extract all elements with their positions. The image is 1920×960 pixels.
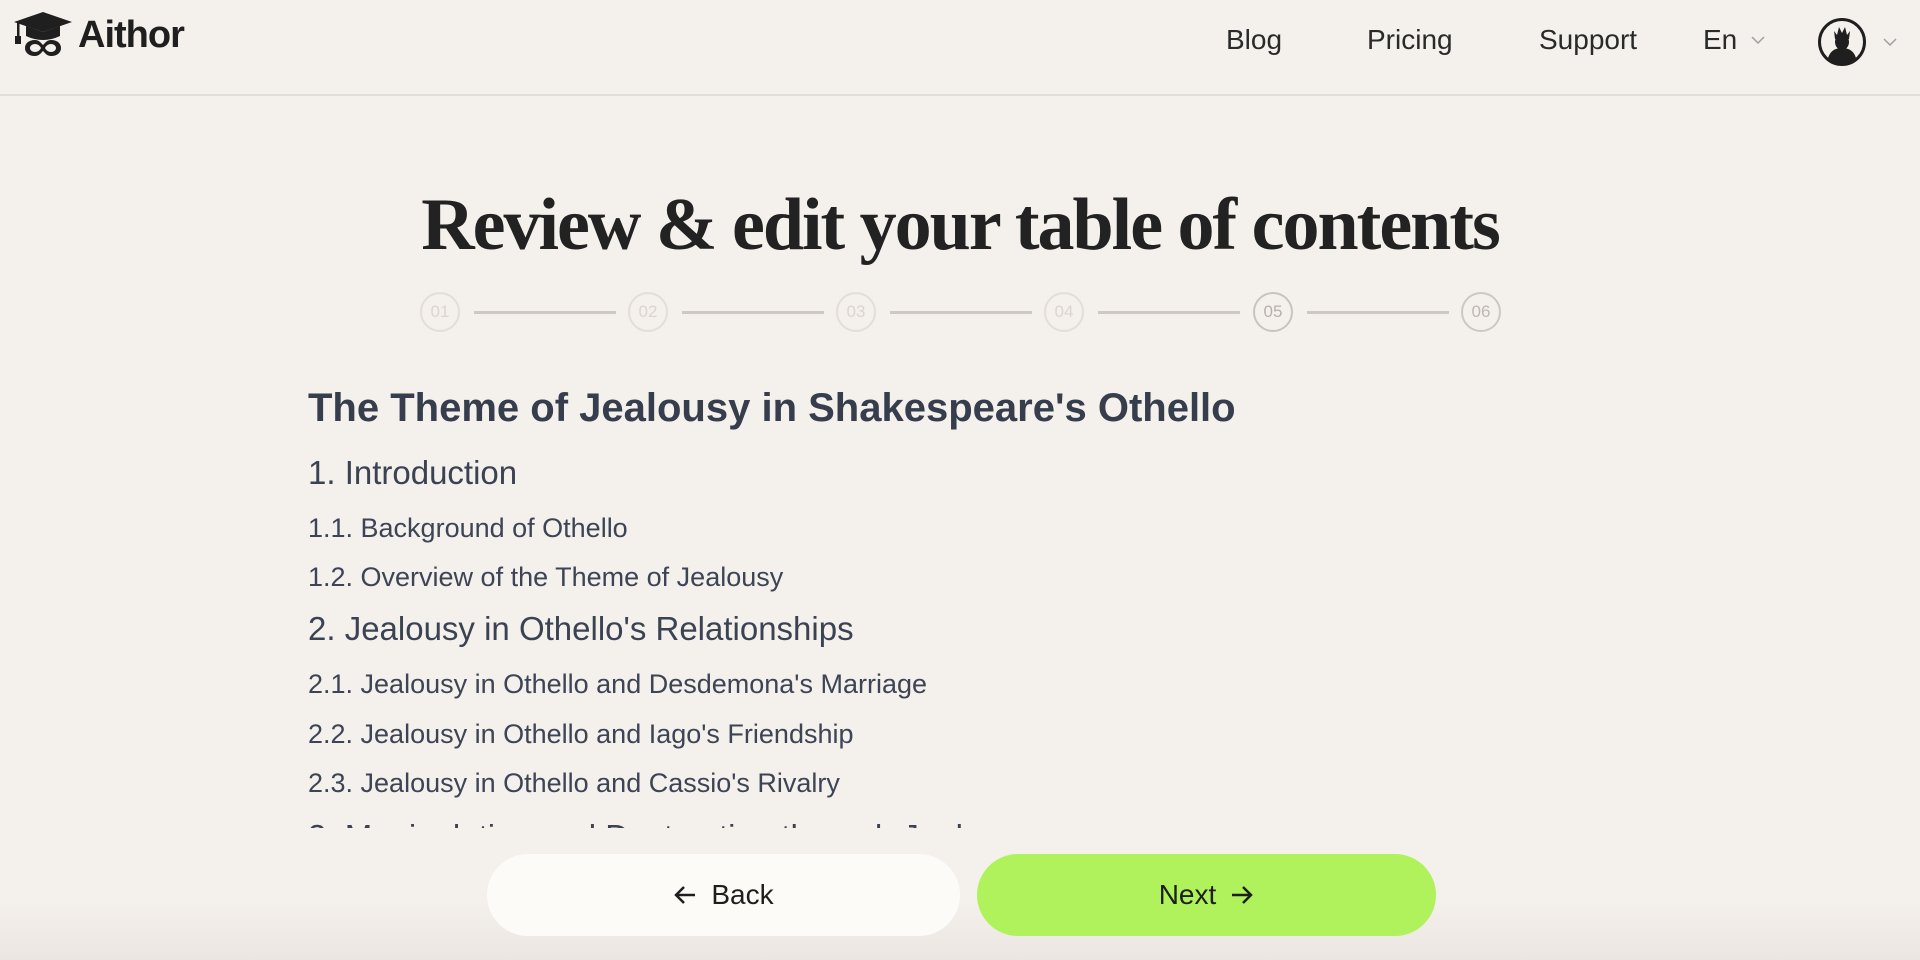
- step-connector: [1098, 311, 1240, 314]
- page-title: Review & edit your table of contents: [421, 184, 1501, 266]
- bottom-fade: [0, 900, 1920, 960]
- back-label: Back: [711, 879, 774, 910]
- step-connector: [682, 311, 824, 314]
- arrow-left-icon: [674, 886, 696, 904]
- user-menu[interactable]: [1817, 17, 1897, 67]
- chevron-down-icon: [1751, 31, 1765, 49]
- toc-title[interactable]: The Theme of Jealousy in Shakespeare's O…: [308, 386, 1236, 431]
- main-nav: Blog Pricing Support En: [0, 0, 1920, 86]
- step-6: 06: [1461, 292, 1501, 332]
- toc-item[interactable]: 2.3. Jealousy in Othello and Cassio's Ri…: [308, 768, 840, 799]
- toc-item[interactable]: 1. Introduction: [308, 454, 517, 492]
- toc-item[interactable]: 1.1. Background of Othello: [308, 513, 628, 544]
- language-label: En: [1703, 24, 1738, 55]
- chevron-down-icon: [1883, 33, 1897, 51]
- next-button[interactable]: Next: [977, 854, 1436, 936]
- toc-item[interactable]: 1.2. Overview of the Theme of Jealousy: [308, 562, 783, 593]
- arrow-right-icon: [1232, 886, 1254, 904]
- step-connector: [474, 311, 616, 314]
- nav-support[interactable]: Support: [1539, 24, 1637, 56]
- toc-item[interactable]: 2.2. Jealousy in Othello and Iago's Frie…: [308, 719, 853, 750]
- step-3: 03: [836, 292, 876, 332]
- step-5-current: 05: [1253, 292, 1293, 332]
- back-button[interactable]: Back: [487, 854, 960, 936]
- toc-item[interactable]: 3. Manipulation and Destruction through …: [308, 818, 1033, 828]
- step-2: 02: [628, 292, 668, 332]
- nav-pricing[interactable]: Pricing: [1367, 24, 1453, 56]
- step-connector: [890, 311, 1032, 314]
- crowned-user-avatar-icon: [1818, 18, 1866, 66]
- step-1: 01: [420, 292, 460, 332]
- progress-stepper: 01 02 03 04 05 06: [0, 292, 1920, 336]
- top-navbar: Aithor Blog Pricing Support En: [0, 0, 1920, 96]
- step-4: 04: [1044, 292, 1084, 332]
- language-selector[interactable]: En: [1703, 24, 1765, 56]
- table-of-contents: The Theme of Jealousy in Shakespeare's O…: [308, 380, 1608, 828]
- nav-blog[interactable]: Blog: [1226, 24, 1282, 56]
- next-label: Next: [1158, 879, 1217, 910]
- toc-item[interactable]: 2.1. Jealousy in Othello and Desdemona's…: [308, 669, 927, 700]
- toc-item[interactable]: 2. Jealousy in Othello's Relationships: [308, 610, 854, 648]
- step-connector: [1307, 311, 1449, 314]
